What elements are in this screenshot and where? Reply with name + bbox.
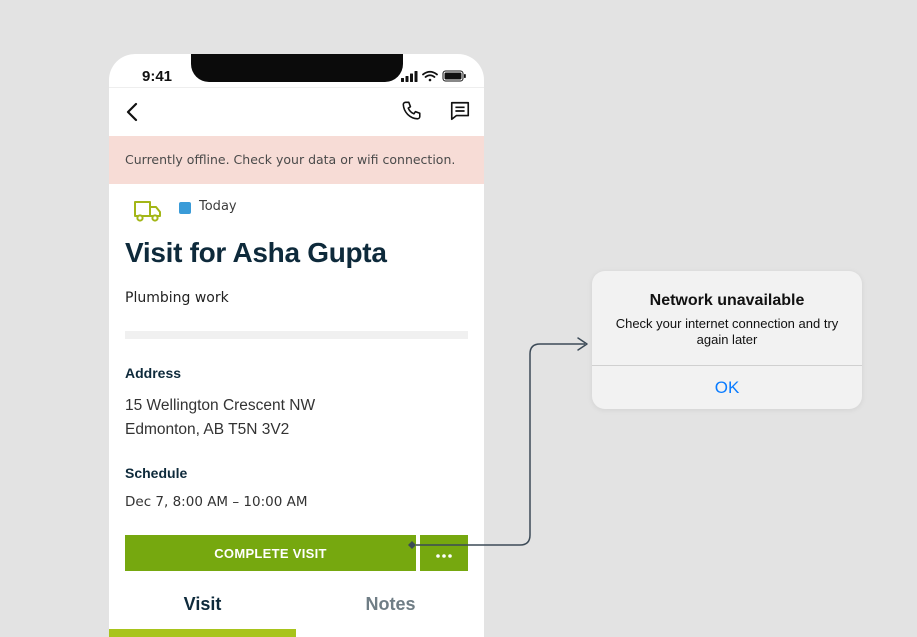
network-alert-dialog: Network unavailable Check your internet …: [592, 271, 862, 409]
dialog-message: Check your internet connection and try a…: [615, 316, 839, 347]
dialog-title: Network unavailable: [649, 292, 805, 309]
dialog-ok-button[interactable]: OK: [592, 366, 862, 409]
